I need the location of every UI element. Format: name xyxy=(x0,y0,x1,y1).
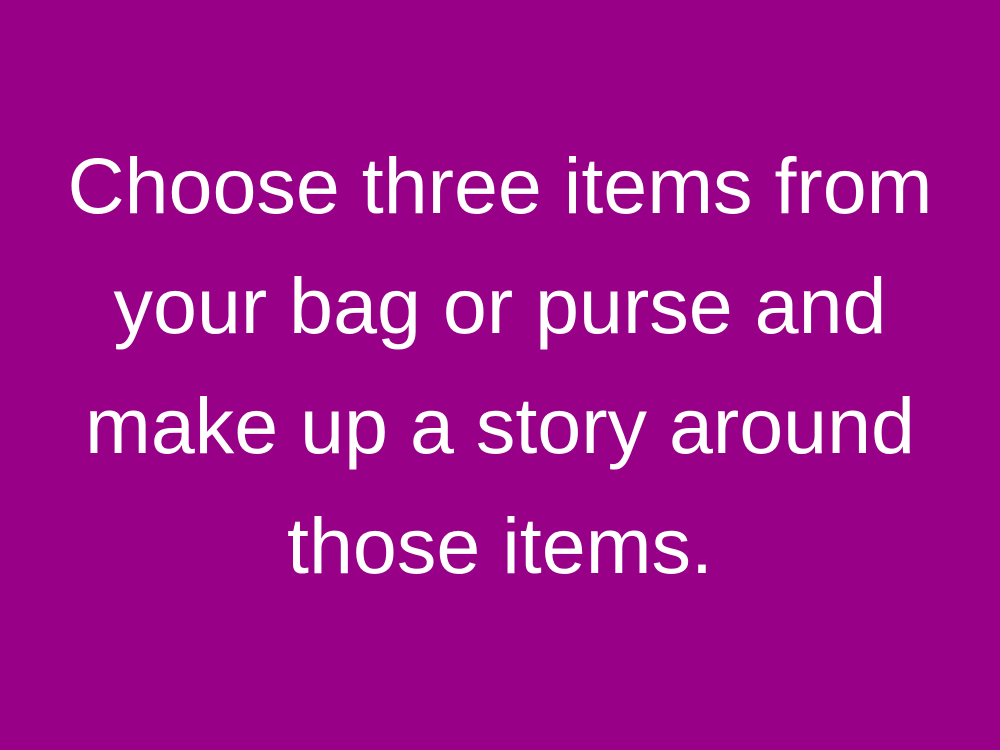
prompt-line-3: make up a story around xyxy=(85,381,915,470)
prompt-line-1: Choose three items from xyxy=(67,141,933,230)
prompt-line-4: those items. xyxy=(287,501,713,590)
prompt-line-2: your bag or purse and xyxy=(113,261,887,350)
prompt-text: Choose three items from your bag or purs… xyxy=(0,126,1000,606)
slide: Choose three items from your bag or purs… xyxy=(0,0,1000,750)
